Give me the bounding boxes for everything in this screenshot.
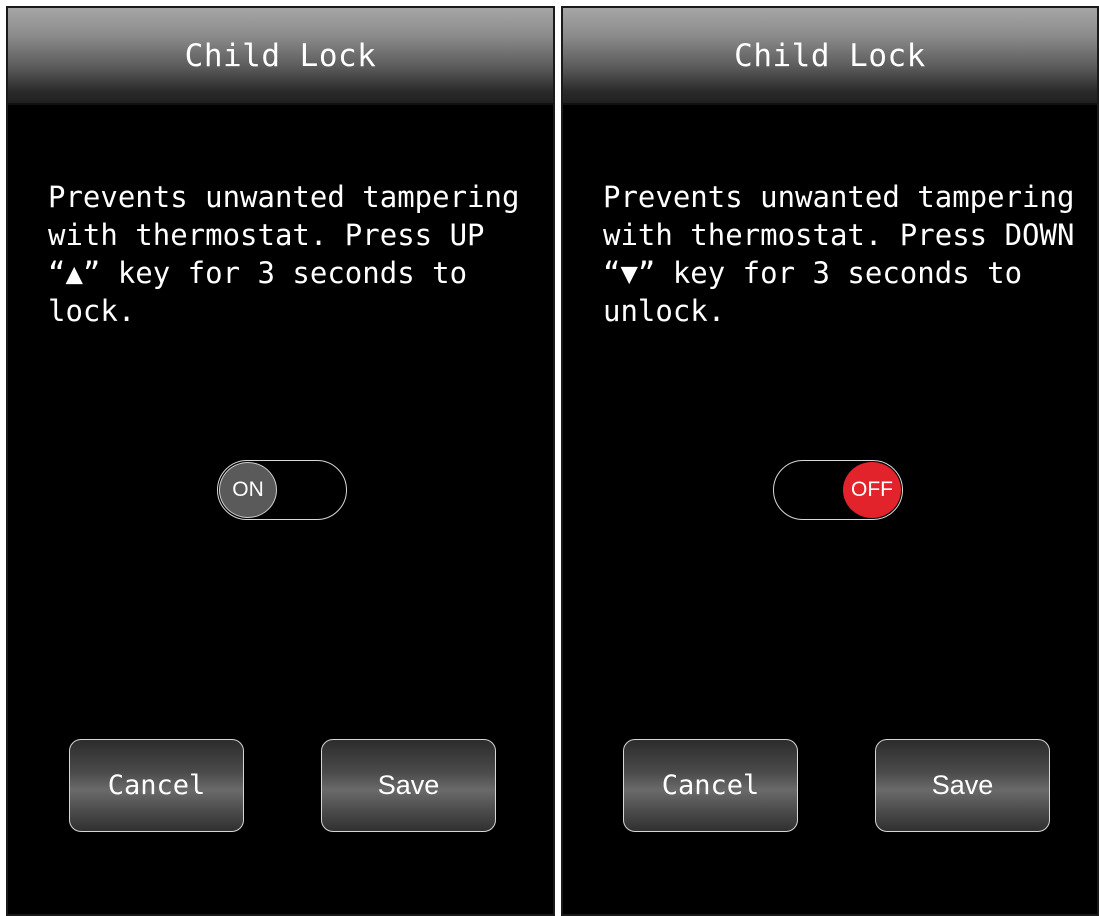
description-text: Prevents unwanted tampering with thermos… [603, 178, 1093, 330]
save-button[interactable]: Save [875, 739, 1050, 832]
description-line: Prevents unwanted tampering [603, 180, 1075, 214]
save-button[interactable]: Save [321, 739, 496, 832]
child-lock-toggle[interactable]: ON [217, 460, 347, 520]
page-title: Child Lock [184, 37, 377, 74]
toggle-knob-on[interactable]: ON [219, 462, 277, 518]
cancel-button-label: Cancel [661, 770, 760, 801]
description-line: unlock. [603, 294, 726, 328]
description-line: “▲” key for 3 seconds to [48, 256, 468, 290]
description-line: with thermostat. Press UP [48, 218, 485, 252]
child-lock-screen-unlocked: Child Lock Prevents unwanted tampering w… [561, 6, 1099, 916]
description-line: with thermostat. Press DOWN [603, 218, 1075, 252]
save-button-label: Save [377, 770, 440, 800]
child-lock-screen-locked: Child Lock Prevents unwanted tampering w… [6, 6, 555, 916]
description-line: “▼” key for 3 seconds to [603, 256, 1023, 290]
description-line: lock. [48, 294, 136, 328]
cancel-button[interactable]: Cancel [623, 739, 798, 832]
header-bar: Child Lock [8, 8, 553, 105]
header-bar: Child Lock [563, 8, 1097, 105]
cancel-button[interactable]: Cancel [69, 739, 244, 832]
child-lock-toggle[interactable]: OFF [773, 460, 903, 520]
cancel-button-label: Cancel [107, 770, 206, 801]
save-button-label: Save [931, 770, 994, 800]
toggle-knob-off[interactable]: OFF [843, 462, 901, 518]
description-text: Prevents unwanted tampering with thermos… [48, 178, 538, 330]
description-line: Prevents unwanted tampering [48, 180, 520, 214]
page-title: Child Lock [734, 37, 926, 74]
